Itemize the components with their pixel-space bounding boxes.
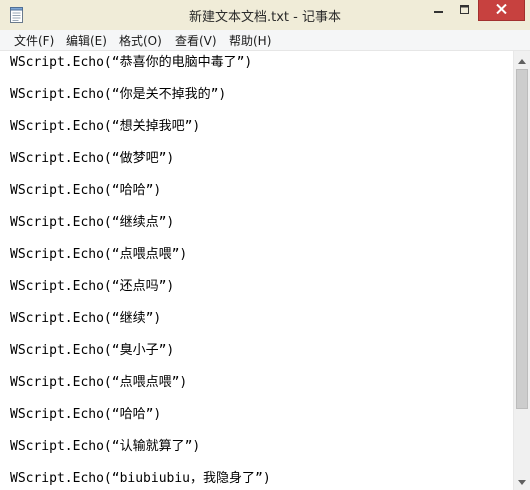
menu-file[interactable]: 文件(F) xyxy=(14,32,54,49)
text-line: WScript.Echo(“你是关不掉我的”) xyxy=(10,87,227,102)
scroll-down-button[interactable] xyxy=(514,472,530,489)
menu-format[interactable]: 格式(O) xyxy=(119,32,162,49)
scroll-up-button[interactable] xyxy=(514,51,530,68)
text-line: WScript.Echo(“恭喜你的电脑中毒了”) xyxy=(10,55,253,70)
text-line: WScript.Echo(“认输就算了”) xyxy=(10,439,201,454)
text-line: WScript.Echo(“想关掉我吧”) xyxy=(10,119,201,134)
minimize-icon xyxy=(433,2,444,20)
close-button[interactable] xyxy=(478,0,525,21)
menu-help[interactable]: 帮助(H) xyxy=(229,32,271,49)
text-line: WScript.Echo(“继续”) xyxy=(10,311,162,326)
close-icon xyxy=(496,1,507,19)
text-line: WScript.Echo(“做梦吧”) xyxy=(10,151,175,166)
maximize-button[interactable] xyxy=(452,0,478,21)
chevron-down-icon xyxy=(518,472,526,490)
vertical-scrollbar[interactable] xyxy=(513,51,530,490)
text-line: WScript.Echo(“继续点”) xyxy=(10,215,175,230)
text-line: WScript.Echo(“哈哈”) xyxy=(10,183,162,198)
title-bar[interactable]: 新建文本文档.txt - 记事本 xyxy=(0,0,530,31)
menu-bar: 文件(F) 编辑(E) 格式(O) 查看(V) 帮助(H) xyxy=(0,30,530,51)
text-line: WScript.Echo(“点喂点喂”) xyxy=(10,375,188,390)
text-line: WScript.Echo(“臭小子”) xyxy=(10,343,175,358)
maximize-icon xyxy=(460,2,470,20)
text-line: WScript.Echo(“biubiubiu，我隐身了”) xyxy=(10,471,271,486)
menu-view[interactable]: 查看(V) xyxy=(175,32,217,49)
minimize-button[interactable] xyxy=(425,0,452,21)
text-line: WScript.Echo(“哈哈”) xyxy=(10,407,162,422)
scroll-thumb[interactable] xyxy=(516,69,528,409)
text-line: WScript.Echo(“点喂点喂”) xyxy=(10,247,188,262)
text-line: WScript.Echo(“还点吗”) xyxy=(10,279,175,294)
chevron-up-icon xyxy=(518,51,526,69)
text-editor[interactable]: WScript.Echo(“恭喜你的电脑中毒了”) WScript.Echo(“… xyxy=(0,51,513,490)
notepad-window: 新建文本文档.txt - 记事本 文件(F) 编辑(E) 格式(O) 查看(V)… xyxy=(0,0,530,490)
menu-edit[interactable]: 编辑(E) xyxy=(66,32,107,49)
